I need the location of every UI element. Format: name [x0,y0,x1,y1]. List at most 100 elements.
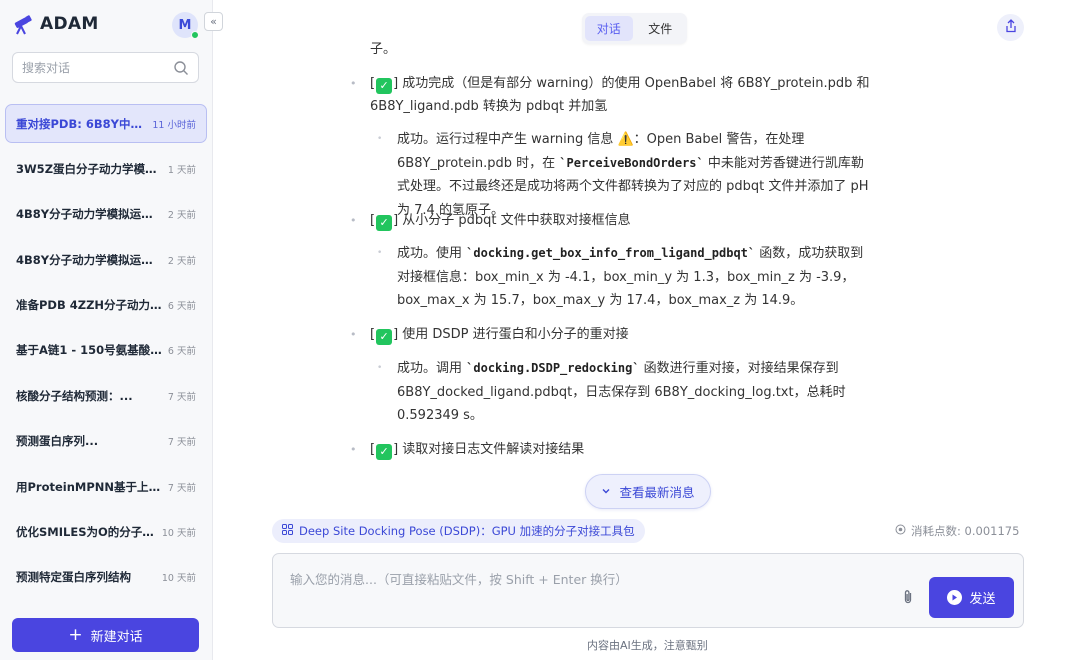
tool-tag-label: Deep Site Docking Pose (DSDP)：GPU 加速的分子对… [299,524,635,538]
conversation-title: 预测特定蛋白序列结构 [16,570,131,585]
paperclip-icon[interactable] [899,588,917,606]
conversation-time: 11 小时前 [152,119,196,131]
conversation-title: 优化SMILES为O的分子结... [16,525,156,540]
bullet-dot: • [350,77,357,90]
list-item: •[✓] 使用 DSDP 进行蛋白和小分子的重对接 [350,323,875,346]
conversation-list: 重对接PDB: 6B8Y中蛋... 11 小时前 3W5Z蛋白分子动力学模拟..… [5,104,207,603]
list-item-text: ] 读取对接日志文件解读对接结果 [393,442,585,457]
conversation-item[interactable]: 4B8Y分子动力学模拟运行... 2 天前 [5,195,207,234]
chevron-down-icon [601,484,611,499]
checkmark-icon: ✓ [376,329,393,345]
bullet-dot: • [350,443,357,456]
ai-disclaimer: 内容由AI生成，注意甄别 [587,639,708,652]
avatar-initial: M [178,17,192,33]
view-latest-button[interactable]: 查看最新消息 [585,474,711,509]
bullet-dot: • [377,363,383,373]
conversation-time: 6 天前 [167,301,196,313]
cost-text: 消耗点数: 0.001175 [911,524,1020,538]
warning-icon: ⚠️ [617,132,634,147]
inline-code: `PerceiveBondOrders` [559,155,704,170]
list-item-text: ] 从小分子 pdbqt 文件中获取对接框信息 [393,213,631,228]
sidebar: ADAM M 重对接PDB: 6B8Y中蛋... 11 小时前 3W5Z蛋白分子… [0,0,213,660]
online-status-dot [191,31,199,39]
list-item: •[✓] 从小分子 pdbqt 文件中获取对接框信息 [350,209,875,232]
truncated-text: 子。 [370,42,397,57]
grid-icon [282,524,293,538]
brand-name: ADAM [40,14,99,34]
inline-code: `docking.get_box_info_from_ligand_pdbqt` [466,246,756,260]
bullet-dot: • [377,134,383,144]
bullet-dot: • [350,328,357,341]
conversation-time: 7 天前 [167,482,196,494]
new-chat-button[interactable]: + 新建对话 [12,618,199,652]
share-icon [1004,18,1018,37]
list-item: • 成功。使用 `docking.get_box_info_from_ligand… [377,242,875,313]
tab-files[interactable]: 文件 [637,16,685,41]
checkmark-icon: ✓ [376,444,393,460]
conversation-item[interactable]: 核酸分子结构预测：... 7 天前 [5,376,207,415]
conversation-item[interactable]: 用ProteinMPNN基于上传... 7 天前 [5,467,207,506]
list-item: • 成功。运行过程中产生 warning 信息 ⚠️：Open Babel 警告，… [377,128,875,222]
conversation-item[interactable]: 重对接PDB: 6B8Y中蛋... 11 小时前 [5,104,207,143]
conversation-time: 2 天前 [167,210,196,222]
conversation-item[interactable]: 预测蛋白序列... 7 天前 [5,422,207,461]
inline-code: `docking.DSDP_redocking` [466,361,640,375]
conversation-item[interactable]: 准备PDB 4ZZH分子动力学... 6 天前 [5,286,207,325]
list-item-text: 成功。调用 [397,361,467,376]
checkmark-icon: ✓ [376,78,393,94]
list-item-text: ] 使用 DSDP 进行蛋白和小分子的重对接 [393,327,629,342]
double-chevron-left-icon: « [210,15,217,28]
search-box[interactable] [12,52,199,83]
bullet-dot: • [377,248,383,258]
conversation-item[interactable]: 3W5Z蛋白分子动力学模拟... 1 天前 [5,149,207,188]
conversation-time: 1 天前 [167,164,196,176]
conversation-time: 7 天前 [167,391,196,403]
conversation-title: 4B8Y分子动力学模拟运行... [16,252,162,267]
list-item: •[✓] 读取对接日志文件解读对接结果 [350,438,875,461]
avatar[interactable]: M [172,12,199,39]
conversation-title: 预测蛋白序列... [16,434,99,449]
checkmark-icon: ✓ [376,215,393,231]
conversation-time: 10 天前 [161,573,196,585]
conversation-item[interactable]: 基于A链1 - 150号氨基酸及... 6 天前 [5,331,207,370]
play-icon [947,590,963,605]
conversation-time: 10 天前 [161,528,196,540]
list-item-text: 成功。运行过程中产生 warning 信息 [397,132,618,147]
conversation-title: 基于A链1 - 150号氨基酸及... [16,343,162,358]
conversation-item[interactable]: 4B8Y分子动力学模拟运行... 2 天前 [5,240,207,279]
list-item-text: 成功。使用 [397,246,467,261]
conversation-title: 准备PDB 4ZZH分子动力学... [16,298,162,313]
conversation-item[interactable]: 预测特定蛋白序列结构 10 天前 [5,558,207,597]
collapse-sidebar-button[interactable]: « [204,12,223,31]
new-chat-label: 新建对话 [90,629,143,645]
telescope-logo-icon [12,13,34,35]
tab-chat[interactable]: 对话 [585,16,633,41]
search-icon[interactable] [173,60,189,76]
view-latest-label: 查看最新消息 [619,485,695,500]
message-composer: 发送 [272,553,1024,628]
conversation-time: 7 天前 [167,437,196,449]
list-item-text: ] 成功完成（但是有部分 warning）的使用 OpenBabel 将 6B8… [370,76,870,114]
send-label: 发送 [969,592,996,607]
share-button[interactable] [997,14,1024,41]
tool-tag[interactable]: Deep Site Docking Pose (DSDP)：GPU 加速的分子对… [272,519,645,543]
conversation-item[interactable]: 优化SMILES为O的分子结... 10 天前 [5,513,207,552]
coin-icon [895,524,906,538]
plus-icon: + [68,624,83,645]
conversation-title: 3W5Z蛋白分子动力学模拟... [16,161,162,176]
conversation-title: 4B8Y分子动力学模拟运行... [16,207,162,222]
conversation-time: 2 天前 [167,255,196,267]
view-tabs: 对话 文件 [582,13,687,44]
search-input[interactable] [22,60,173,75]
brand[interactable]: ADAM [12,12,99,36]
cost-display: 消耗点数: 0.001175 [895,523,1019,539]
conversation-title: 重对接PDB: 6B8Y中蛋... [16,116,147,131]
conversation-time: 6 天前 [167,346,196,358]
list-item: •[✓] 成功完成（但是有部分 warning）的使用 OpenBabel 将 … [350,72,875,118]
bullet-dot: • [350,214,357,227]
conversation-title: 核酸分子结构预测：... [16,388,133,403]
send-button[interactable]: 发送 [929,577,1014,618]
message-input[interactable] [290,572,890,587]
conversation-title: 用ProteinMPNN基于上传... [16,479,162,494]
list-item: • 成功。调用 `docking.DSDP_redocking` 函数进行重对接，… [377,357,875,428]
